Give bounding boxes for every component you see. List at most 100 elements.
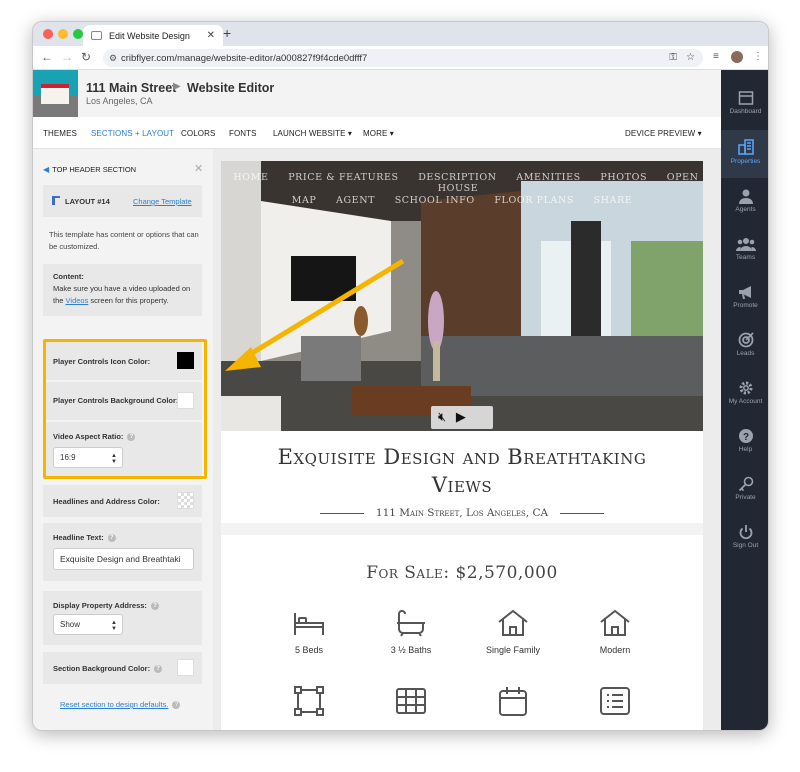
more-menu[interactable]: MORE ▾ [363,129,394,138]
power-icon [739,525,752,540]
website-preview: HOME PRICE & FEATURES DESCRIPTION AMENIT… [221,161,703,730]
sidebar-item-help[interactable]: ? Help [721,428,768,468]
minimize-window-button[interactable] [58,29,68,39]
browser-tab[interactable]: Edit Website Design ✕ [83,25,223,46]
layout-icon [52,196,60,205]
feature-year [463,685,563,725]
help-icon[interactable]: ? [154,665,163,674]
tab-fonts[interactable]: FONTS [229,129,257,138]
sidebar-item-my-account[interactable]: My Account [721,380,768,420]
back-icon[interactable]: ← [41,50,53,64]
play-icon[interactable]: ▶ [456,409,466,424]
agent-icon [738,189,753,204]
header-video[interactable]: HOME PRICE & FEATURES DESCRIPTION AMENIT… [221,161,703,431]
password-key-icon[interactable]: ⚿ [669,52,677,63]
help-icon[interactable]: ? [107,534,116,543]
key-icon [738,476,753,492]
sidebar-item-properties[interactable]: Properties [721,130,768,178]
device-preview-menu[interactable]: DEVICE PREVIEW ▾ [625,129,702,138]
calendar-icon [499,687,527,716]
property-city: Los Angeles, CA [86,96,153,106]
house-icon [498,609,528,636]
content-title: Content: [53,272,84,281]
reset-section-link[interactable]: Reset section to design defaults.? [60,700,181,710]
sidebar-item-agents[interactable]: Agents [721,188,768,228]
property-address: 111 Main Street [86,81,177,95]
layout-label: LAYOUT #14 [65,197,110,206]
section-bg-color-label: Section Background Color:? [53,664,163,674]
breadcrumb-arrow-icon: ▶ [173,81,181,92]
section-bg-color-row: Section Background Color:? [43,652,202,684]
forward-icon[interactable]: → [61,50,73,64]
maximize-window-button[interactable] [73,29,83,39]
highlight-box [43,339,207,479]
browser-menu-icon[interactable]: ⋮ [753,51,763,62]
headline: Exquisite Design and Breathtaking Views [277,445,647,497]
grid-icon [396,688,426,714]
target-icon [738,332,754,348]
help-icon[interactable]: ? [150,602,159,611]
feature-sqft [259,685,359,725]
team-icon [735,238,756,251]
close-tab-icon[interactable]: ✕ [207,30,215,41]
launch-website-menu[interactable]: LAUNCH WEBSITE ▾ [273,129,352,138]
preview-canvas: HOME PRICE & FEATURES DESCRIPTION AMENIT… [213,149,721,730]
headline-text-row: Headline Text:? Exquisite Design and Bre… [43,523,202,581]
dashboard-icon [738,91,753,105]
megaphone-icon [738,286,751,299]
sidebar-item-leads[interactable]: Leads [721,332,768,372]
mute-icon[interactable]: 🔇︎ [438,409,446,424]
section-header[interactable]: ◀ TOP HEADER SECTION [43,165,136,174]
display-address-label: Display Property Address:? [53,601,159,611]
address-bar: ← → ↻ ⚙ cribflyer.com/manage/website-edi… [33,46,768,70]
site-info-icon[interactable]: ⚙ [109,53,117,64]
page-title: Website Editor [187,81,275,95]
change-template-link[interactable]: Change Template [133,197,192,206]
tab-colors[interactable]: COLORS [181,129,215,138]
list-icon [600,687,630,715]
bed-icon [294,613,324,635]
content-card: Content: Make sure you have a video uplo… [43,264,202,316]
bathtub-icon [397,610,425,637]
section-bg-color-swatch[interactable] [177,659,194,676]
tab-themes[interactable]: THEMES [43,129,77,138]
sidebar-item-sign-out[interactable]: Sign Out [721,524,768,564]
sidebar-item-promote[interactable]: Promote [721,284,768,324]
headline-color-label: Headlines and Address Color: [53,497,160,506]
help-icon[interactable]: ? [172,701,181,710]
close-panel-icon[interactable]: ✕ [194,162,203,175]
feature-baths: 3 ½ Baths [361,609,461,655]
feature-beds: 5 Beds [259,609,359,655]
bookmark-star-icon[interactable]: ☆ [686,52,695,63]
profile-avatar[interactable] [731,51,743,63]
tab-bar: Edit Website Design ✕ + [33,22,768,46]
section-divider [221,523,703,535]
videos-link[interactable]: Videos [66,296,89,305]
sidebar-item-dashboard[interactable]: Dashboard [721,90,768,130]
sidebar-item-private[interactable]: Private [721,476,768,516]
new-tab-icon[interactable]: + [223,25,231,41]
tab-sections-layout[interactable]: SECTIONS + LAYOUT [91,129,174,138]
content-text-2: screen for this property. [90,296,169,305]
browser-window: Edit Website Design ✕ + ← → ↻ ⚙ cribflye… [32,21,769,731]
display-address-select[interactable]: Show ▲ ▼ [53,614,123,635]
headline-color-row: Headlines and Address Color: [43,485,202,517]
feature-type: Single Family [463,609,563,655]
headline-color-swatch[interactable] [177,492,194,509]
collapse-arrow-icon[interactable]: ◀ [43,165,49,174]
app-sidebar: Dashboard Properties Agents Teams Promot… [721,70,768,730]
headline-text-input[interactable]: Exquisite Design and Breathtaki [53,548,194,570]
layout-card: LAYOUT #14 Change Template [43,185,202,217]
property-thumbnail[interactable] [33,70,78,117]
url-field[interactable]: ⚙ cribflyer.com/manage/website-editor/a0… [103,49,703,67]
display-address-row: Display Property Address:? Show ▲ ▼ [43,591,202,645]
extensions-icon[interactable]: ≡ [713,51,719,62]
headline-text-label: Headline Text:? [53,533,116,543]
feature-lot [361,685,461,725]
section-title: TOP HEADER SECTION [52,165,137,174]
reload-icon[interactable]: ↻ [81,50,91,64]
feature-style: Modern [565,609,665,655]
sidebar-item-teams[interactable]: Teams [721,236,768,276]
square-footage-icon [294,686,324,716]
close-window-button[interactable] [43,29,53,39]
